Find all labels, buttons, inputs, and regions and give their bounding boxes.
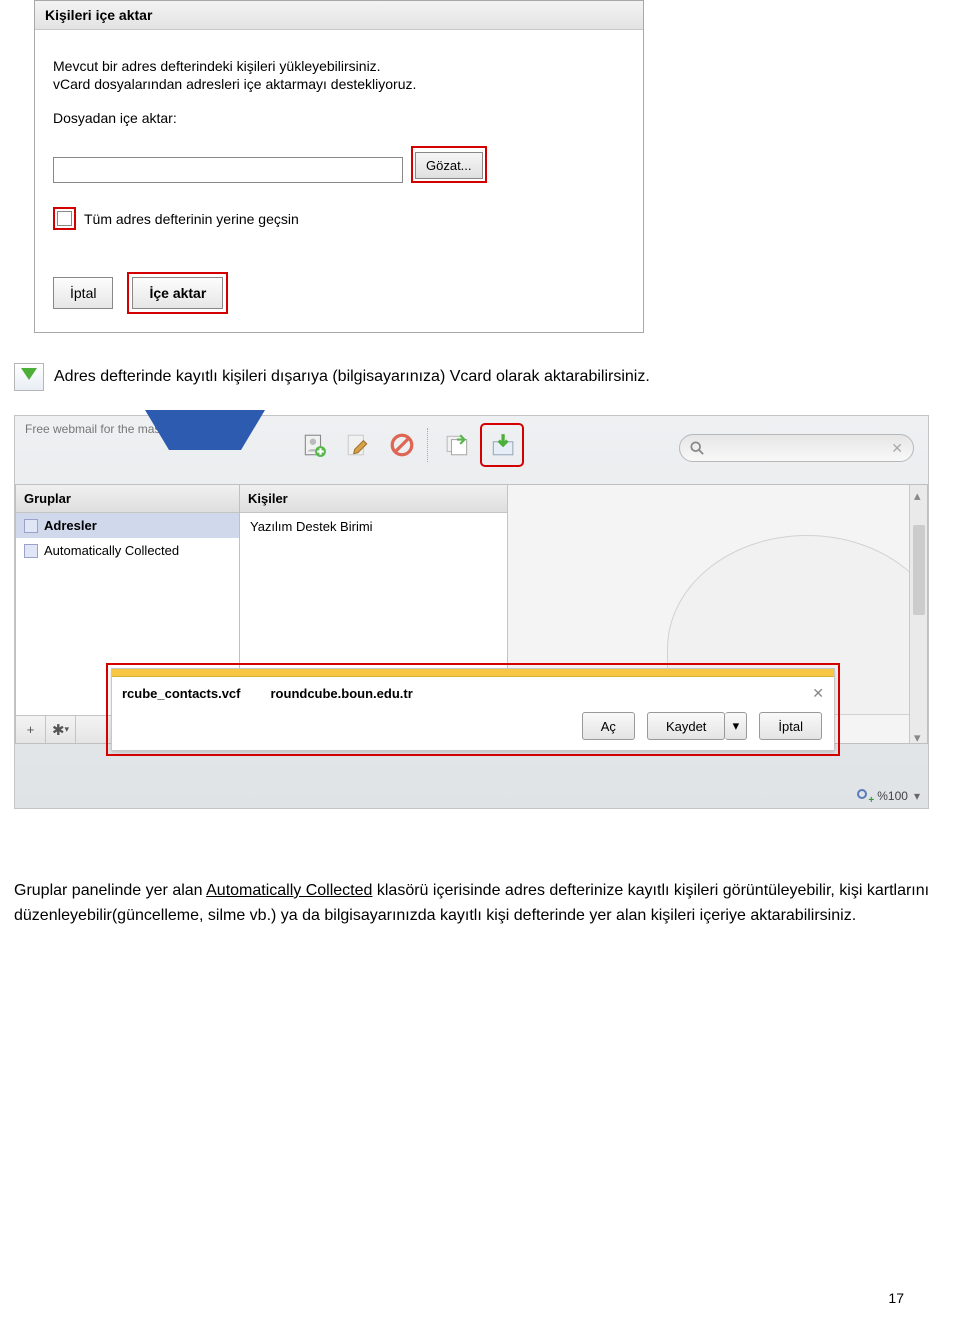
import-button[interactable]: İçe aktar [132, 277, 223, 309]
bottom-paragraph: Gruplar panelinde yer alan Automatically… [14, 879, 946, 929]
import-contacts-icon[interactable] [439, 426, 477, 464]
download-save-button[interactable]: Kaydet [647, 712, 725, 740]
zoom-dropdown-icon[interactable]: ▾ [914, 789, 920, 803]
cancel-button[interactable]: İptal [53, 277, 113, 309]
export-instruction: Adres defterinde kayıtlı kişileri dışarı… [14, 363, 960, 391]
page-number: 17 [888, 1290, 904, 1306]
browse-button[interactable]: Gözat... [415, 152, 483, 179]
para-t1: Gruplar panelinde yer alan [14, 882, 206, 899]
search-icon [690, 441, 704, 455]
download-close-icon[interactable]: ✕ [812, 685, 824, 702]
dialog-body: Mevcut bir adres defterindeki kişileri y… [35, 30, 643, 242]
group-settings-button[interactable]: ✱▾ [46, 716, 76, 743]
search-box[interactable]: ✕ [679, 434, 914, 462]
export-icon [14, 363, 44, 391]
scrollbar-thumb[interactable] [913, 525, 925, 615]
toolbar [295, 426, 521, 464]
download-open-button[interactable]: Aç [582, 712, 635, 740]
group-adresler[interactable]: Adresler [16, 513, 239, 538]
zoom-value: %100 [877, 789, 908, 803]
file-path-input[interactable] [53, 157, 403, 183]
groups-header: Gruplar [16, 485, 239, 513]
zoom-icon: + [857, 789, 871, 803]
edit-contact-icon[interactable] [339, 426, 377, 464]
contacts-header: Kişiler [240, 485, 507, 513]
dialog-desc-line1: Mevcut bir adres defterindeki kişileri y… [53, 58, 625, 74]
download-save-dropdown[interactable]: ▾ [725, 712, 747, 740]
scroll-up-icon[interactable]: ▴ [914, 488, 924, 498]
import-highlight: İçe aktar [127, 272, 228, 314]
dialog-description: Mevcut bir adres defterindeki kişileri y… [53, 58, 625, 92]
export-contacts-icon[interactable] [483, 426, 521, 464]
download-cancel-button[interactable]: İptal [759, 712, 822, 740]
contact-item[interactable]: Yazılım Destek Birimi [240, 513, 507, 540]
group-label: Adresler [44, 518, 97, 533]
webmail-header: Free webmail for the masses ✕ [15, 416, 928, 484]
group-label: Automatically Collected [44, 543, 179, 558]
address-book-icon [24, 544, 38, 558]
add-contact-icon[interactable] [295, 426, 333, 464]
export-instruction-text: Adres defterinde kayıtlı kişileri dışarı… [54, 368, 650, 386]
dialog-desc-line2: vCard dosyalarından adresleri içe aktarm… [53, 76, 625, 92]
download-host: roundcube.boun.edu.tr [271, 686, 413, 701]
para-underline: Automatically Collected [206, 882, 372, 899]
import-dialog: Kişileri içe aktar Mevcut bir adres deft… [34, 0, 644, 333]
webmail-screenshot: Free webmail for the masses ✕ [14, 415, 929, 809]
clear-search-icon[interactable]: ✕ [891, 440, 903, 457]
replace-checkbox-highlight [53, 207, 76, 230]
group-auto-collected[interactable]: Automatically Collected [16, 538, 239, 563]
file-input-label: Dosyadan içe aktar: [53, 110, 625, 126]
add-group-button[interactable]: + [16, 716, 46, 743]
dialog-title: Kişileri içe aktar [35, 1, 643, 30]
scrollbar[interactable]: ▴ ▾ [909, 485, 927, 743]
logo [145, 410, 265, 450]
browse-highlight: Gözat... [411, 146, 487, 183]
download-bar: rcube_contacts.vcf roundcube.boun.edu.tr… [111, 668, 835, 751]
zoom-indicator[interactable]: + %100 ▾ [857, 789, 920, 803]
address-book-icon [24, 519, 38, 533]
download-filename: rcube_contacts.vcf [122, 686, 241, 701]
dialog-footer: İptal İçe aktar [35, 242, 643, 332]
replace-checkbox-label: Tüm adres defterinin yerine geçsin [84, 211, 299, 227]
delete-contact-icon[interactable] [383, 426, 421, 464]
scroll-down-icon[interactable]: ▾ [914, 730, 924, 740]
download-bar-accent [112, 669, 834, 677]
replace-checkbox[interactable] [57, 211, 72, 226]
